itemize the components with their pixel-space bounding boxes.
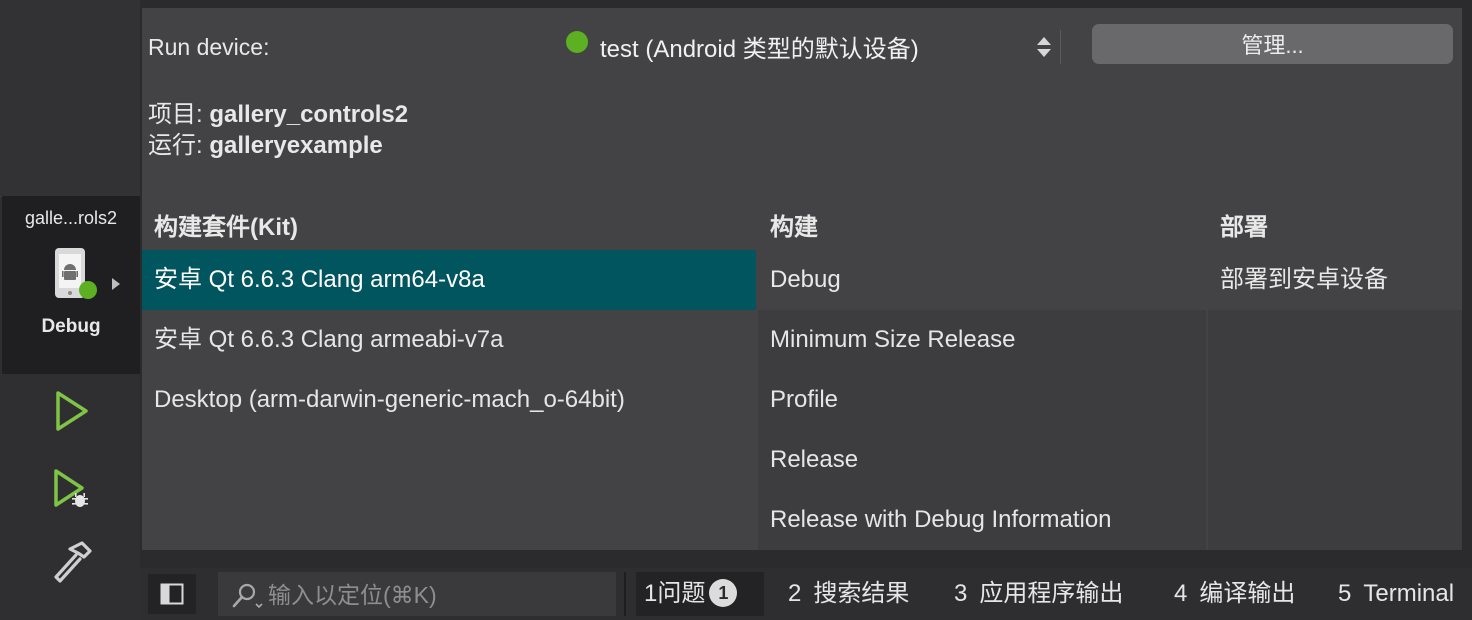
- issues-count-badge: 1: [709, 579, 738, 607]
- tab-compile-output[interactable]: 4 编译输出: [1174, 572, 1295, 616]
- deploy-column-header: 部署: [1220, 214, 1268, 241]
- divider: [624, 572, 626, 616]
- tab-issues[interactable]: 1问题 1: [636, 572, 764, 616]
- toggle-sidebar-button[interactable]: [148, 574, 196, 614]
- debug-run-button[interactable]: [45, 462, 99, 516]
- build-button[interactable]: [45, 534, 99, 588]
- tab-label: 搜索结果: [813, 580, 910, 607]
- expand-arrow-icon: [112, 278, 120, 290]
- kit-list-item[interactable]: Desktop (arm-darwin-generic-mach_o-64bit…: [142, 370, 756, 430]
- tab-search-results[interactable]: 2 搜索结果: [788, 572, 909, 616]
- project-label: 项目:: [148, 101, 210, 128]
- kit-selector-build-config: Debug: [41, 316, 101, 337]
- tab-label: 问题: [657, 580, 706, 607]
- tab-application-output[interactable]: 3 应用程序输出: [954, 572, 1123, 616]
- tab-terminal[interactable]: 5 Terminal: [1338, 572, 1454, 616]
- tab-number: 3: [954, 580, 968, 607]
- run-device-label: Run device:: [148, 34, 270, 60]
- build-list-item[interactable]: Profile: [758, 370, 1206, 430]
- tab-label: 应用程序输出: [979, 580, 1124, 607]
- locator: [218, 572, 616, 616]
- sidebar-toggle-icon: [160, 583, 184, 605]
- run-line: 运行: galleryexample: [148, 125, 383, 160]
- tab-number: 4: [1174, 580, 1188, 607]
- device-online-status-icon: [566, 31, 588, 53]
- deploy-list-item[interactable]: 部署到安卓设备: [1208, 250, 1462, 310]
- run-icon: [56, 391, 88, 431]
- target-selector-popup: Run device: test (Android 类型的默认设备) 管理...…: [142, 8, 1462, 550]
- separator: [1060, 30, 1061, 64]
- build-list-item[interactable]: Debug: [758, 250, 1206, 310]
- project-line: 项目: gallery_controls2: [148, 94, 408, 129]
- deploy-list: 部署到安卓设备: [1208, 250, 1462, 550]
- android-device-icon: [52, 246, 100, 309]
- kit-list: 安卓 Qt 6.6.3 Clang arm64-v8a 安卓 Qt 6.6.3 …: [142, 250, 756, 550]
- kit-selector-button[interactable]: galle...rols2 Debug: [2, 196, 140, 374]
- hammer-icon: [54, 541, 92, 583]
- mode-sidebar-upper: [0, 0, 140, 197]
- run-device-select[interactable]: test (Android 类型的默认设备): [600, 29, 919, 64]
- kit-column-header: 构建套件(Kit): [154, 214, 298, 241]
- debug-run-icon: [54, 469, 88, 507]
- kit-list-item[interactable]: 安卓 Qt 6.6.3 Clang armeabi-v7a: [142, 310, 756, 370]
- run-button[interactable]: [45, 384, 99, 438]
- build-list-item[interactable]: Release: [758, 430, 1206, 490]
- tab-number: 5: [1338, 580, 1352, 607]
- project-name: gallery_controls2: [209, 101, 409, 128]
- tab-label: 编译输出: [1199, 580, 1296, 607]
- build-list-item[interactable]: Release with Debug Information: [758, 490, 1206, 550]
- manage-devices-button[interactable]: 管理...: [1092, 24, 1453, 64]
- tab-number: 1: [644, 580, 658, 607]
- mode-sidebar: galle...rols2 Debug: [0, 0, 140, 620]
- build-list-item[interactable]: Minimum Size Release: [758, 310, 1206, 370]
- updown-chevron-icon[interactable]: [1035, 34, 1053, 65]
- build-column-header: 构建: [770, 214, 818, 241]
- output-pane-bar: 1问题1 2 搜索结果 3 应用程序输出 4 编译输出 5 Terminal: [140, 568, 1472, 620]
- kit-list-item[interactable]: 安卓 Qt 6.6.3 Clang arm64-v8a: [142, 250, 756, 310]
- run-label: 运行:: [148, 132, 210, 159]
- run-name: galleryexample: [209, 132, 383, 159]
- search-icon: [230, 582, 264, 615]
- locator-input[interactable]: [268, 580, 608, 610]
- tab-label: Terminal: [1363, 580, 1455, 607]
- build-list: Debug Minimum Size Release Profile Relea…: [758, 250, 1206, 550]
- kit-selector-project-name: galle...rols2: [24, 208, 118, 228]
- tab-number: 2: [788, 580, 802, 607]
